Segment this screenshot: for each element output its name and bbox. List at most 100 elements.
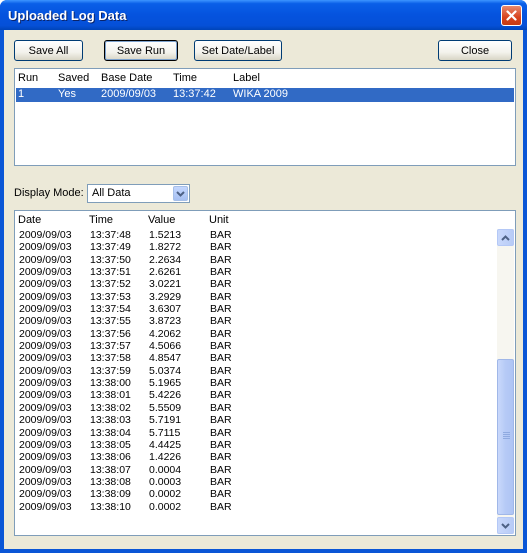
data-cell-date: 2009/09/03 [19, 475, 72, 488]
arrow-down-icon [501, 522, 510, 529]
dialog-window: Uploaded Log Data Save All Save Run Set … [0, 0, 527, 553]
data-cell-value: 0.0002 [149, 488, 182, 501]
data-col-unit[interactable]: Unit [209, 214, 229, 226]
scroll-thumb[interactable] [497, 359, 514, 515]
data-cell-date: 2009/09/03 [19, 438, 72, 451]
close-button[interactable]: Close [438, 40, 512, 61]
data-row[interactable]: 2009/09/03 13:37:48 1.5213 BAR [16, 229, 496, 241]
scroll-up-button[interactable] [497, 229, 514, 246]
data-cell-value: 5.7115 [149, 426, 181, 439]
run-row-selected[interactable]: 1 Yes 2009/09/03 13:37:42 WIKA 2009 [16, 88, 514, 102]
data-cell-unit: BAR [210, 414, 232, 427]
data-row[interactable]: 2009/09/03 13:37:52 3.0221 BAR [16, 278, 496, 290]
data-cell-unit: BAR [210, 241, 232, 254]
data-cell-unit: BAR [210, 475, 232, 488]
data-cell-unit: BAR [210, 327, 232, 340]
runs-col-run[interactable]: Run [18, 72, 38, 84]
set-date-label-button[interactable]: Set Date/Label [194, 40, 282, 61]
data-cell-value: 2.2634 [149, 253, 182, 266]
data-col-date[interactable]: Date [18, 214, 41, 226]
data-cell-time: 13:37:48 [90, 229, 131, 241]
data-cell-time: 13:37:59 [90, 364, 131, 377]
data-cell-unit: BAR [210, 463, 232, 476]
data-cell-unit: BAR [210, 401, 232, 414]
runs-list[interactable]: Run Saved Base Date Time Label 1 Yes 200… [14, 68, 516, 166]
run-time: 13:37:42 [173, 88, 216, 100]
data-cell-time: 13:37:56 [90, 327, 131, 340]
data-rows: 2009/09/03 13:37:48 1.5213 BAR 2009/09/03 13:… [16, 229, 496, 513]
data-row[interactable]: 2009/09/03 13:37:58 4.8547 BAR [16, 352, 496, 364]
data-row[interactable]: 2009/09/03 13:38:04 5.7115 BAR [16, 427, 496, 439]
display-mode-dropdown-button[interactable] [173, 186, 188, 201]
data-row[interactable]: 2009/09/03 13:37:54 3.6307 BAR [16, 303, 496, 315]
data-cell-value: 4.5066 [149, 340, 182, 353]
data-list[interactable]: Date Time Value Unit 2009/09/03 13:37:48 1… [14, 210, 516, 536]
data-cell-time: 13:37:55 [90, 315, 131, 328]
data-cell-date: 2009/09/03 [19, 315, 72, 328]
data-row[interactable]: 2009/09/03 13:37:53 3.2929 BAR [16, 291, 496, 303]
data-row[interactable]: 2009/09/03 13:38:09 0.0002 BAR [16, 488, 496, 500]
data-cell-unit: BAR [210, 438, 232, 451]
data-cell-date: 2009/09/03 [19, 253, 72, 266]
data-cell-time: 13:38:05 [90, 438, 131, 451]
data-row[interactable]: 2009/09/03 13:38:07 0.0004 BAR [16, 464, 496, 476]
data-col-time[interactable]: Time [89, 214, 113, 226]
data-cell-unit: BAR [210, 340, 232, 353]
title-bar[interactable]: Uploaded Log Data [0, 0, 527, 30]
data-cell-value: 5.0374 [149, 364, 182, 377]
runs-col-time[interactable]: Time [173, 72, 197, 84]
data-row[interactable]: 2009/09/03 13:38:00 5.1965 BAR [16, 377, 496, 389]
data-cell-value: 0.0002 [149, 500, 182, 513]
data-row[interactable]: 2009/09/03 13:38:05 4.4425 BAR [16, 439, 496, 451]
vertical-scrollbar[interactable] [497, 229, 514, 534]
data-cell-unit: BAR [210, 315, 232, 328]
close-icon [506, 10, 517, 21]
data-cell-unit: BAR [210, 290, 232, 303]
data-cell-unit: BAR [210, 303, 232, 316]
data-cell-date: 2009/09/03 [19, 241, 72, 254]
dialog-client: Save All Save Run Set Date/Label Close R… [4, 30, 523, 549]
data-cell-date: 2009/09/03 [19, 414, 72, 427]
data-header: Date Time Value Unit [15, 211, 515, 229]
data-row[interactable]: 2009/09/03 13:38:02 5.5509 BAR [16, 402, 496, 414]
display-mode-select[interactable]: All Data [87, 184, 190, 203]
save-run-button[interactable]: Save Run [104, 40, 178, 61]
data-cell-time: 13:37:51 [90, 266, 131, 279]
data-cell-value: 4.4425 [149, 438, 182, 451]
data-col-value[interactable]: Value [148, 214, 175, 226]
data-row[interactable]: 2009/09/03 13:37:51 2.6261 BAR [16, 266, 496, 278]
data-cell-value: 3.6307 [149, 303, 182, 316]
data-cell-date: 2009/09/03 [19, 229, 72, 241]
data-cell-value: 3.2929 [149, 290, 182, 303]
data-row[interactable]: 2009/09/03 13:37:49 1.8272 BAR [16, 241, 496, 253]
save-all-button[interactable]: Save All [14, 40, 83, 61]
data-row[interactable]: 2009/09/03 13:38:08 0.0003 BAR [16, 476, 496, 488]
data-cell-date: 2009/09/03 [19, 377, 72, 390]
scroll-down-button[interactable] [497, 517, 514, 534]
window-title: Uploaded Log Data [8, 8, 127, 23]
data-cell-date: 2009/09/03 [19, 451, 72, 464]
data-cell-time: 13:37:53 [90, 290, 131, 303]
runs-col-label[interactable]: Label [233, 72, 260, 84]
data-row[interactable]: 2009/09/03 13:37:57 4.5066 BAR [16, 340, 496, 352]
data-cell-value: 0.0003 [149, 475, 182, 488]
data-row[interactable]: 2009/09/03 13:38:03 5.7191 BAR [16, 414, 496, 426]
data-cell-value: 5.5509 [149, 401, 182, 414]
runs-col-saved[interactable]: Saved [58, 72, 89, 84]
data-row[interactable]: 2009/09/03 13:38:01 5.4226 BAR [16, 389, 496, 401]
runs-col-base-date[interactable]: Base Date [101, 72, 152, 84]
data-cell-date: 2009/09/03 [19, 327, 72, 340]
data-row[interactable]: 2009/09/03 13:37:55 3.8723 BAR [16, 315, 496, 327]
data-row[interactable]: 2009/09/03 13:37:50 2.2634 BAR [16, 254, 496, 266]
data-cell-date: 2009/09/03 [19, 278, 72, 291]
close-window-button[interactable] [501, 5, 522, 26]
data-cell-value: 3.8723 [149, 315, 182, 328]
data-row[interactable]: 2009/09/03 13:38:06 1.4226 BAR [16, 451, 496, 463]
data-cell-date: 2009/09/03 [19, 500, 72, 513]
data-row[interactable]: 2009/09/03 13:37:59 5.0374 BAR [16, 365, 496, 377]
data-cell-value: 1.8272 [149, 241, 182, 254]
data-row[interactable]: 2009/09/03 13:38:10 0.0002 BAR [16, 501, 496, 513]
data-row[interactable]: 2009/09/03 13:37:56 4.2062 BAR [16, 328, 496, 340]
data-cell-time: 13:38:02 [90, 401, 131, 414]
data-cell-time: 13:38:10 [90, 500, 131, 513]
